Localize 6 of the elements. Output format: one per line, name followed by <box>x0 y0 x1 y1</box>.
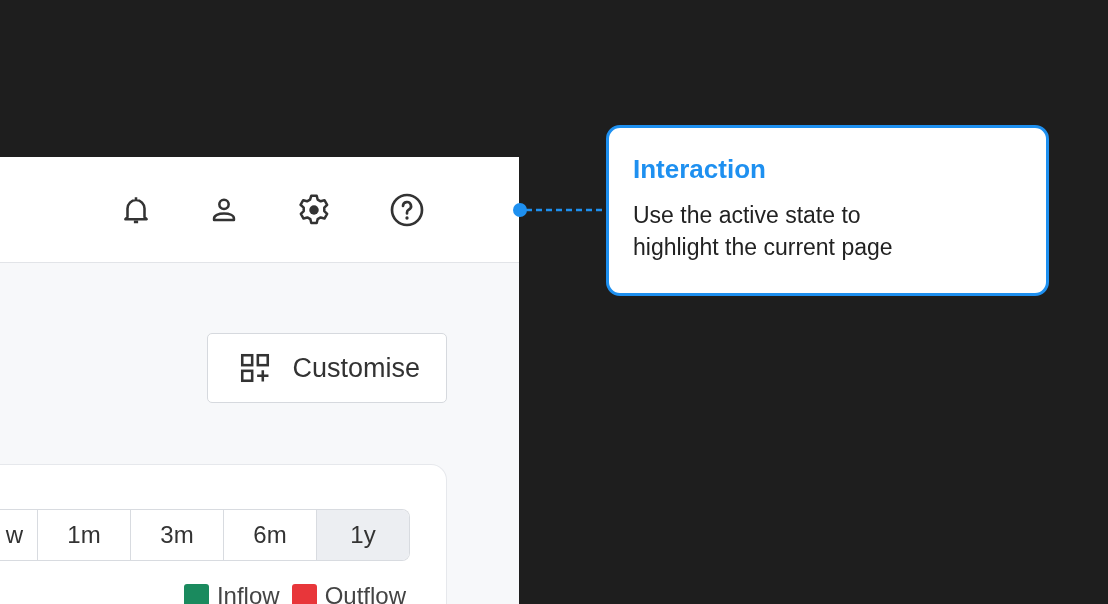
legend-label: Outflow <box>324 582 406 604</box>
customise-button[interactable]: Customise <box>207 333 447 403</box>
legend-label: Inflow <box>216 582 280 604</box>
range-tab[interactable]: 1y <box>316 510 409 560</box>
annotation-text: Use the active state to highlight the current page <box>633 201 894 263</box>
annotation-title: Interaction <box>633 154 767 185</box>
